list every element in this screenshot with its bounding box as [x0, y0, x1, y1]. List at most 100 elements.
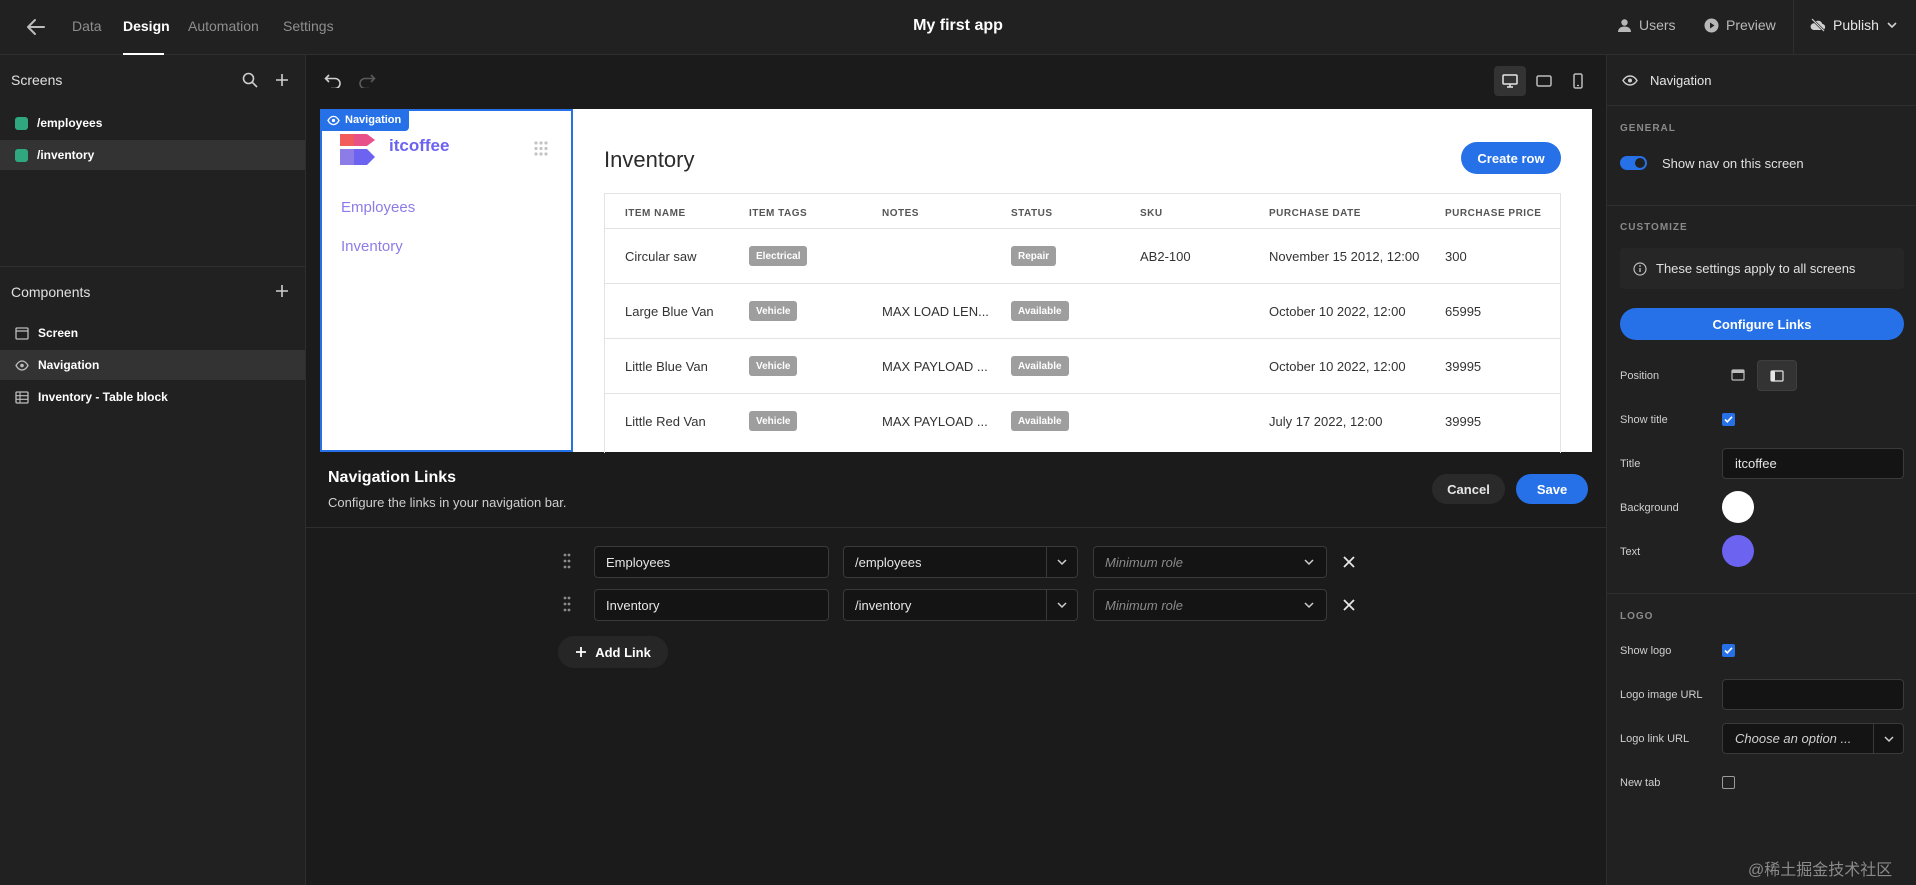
cell-purchase-date: October 10 2022, 12:00	[1269, 359, 1406, 374]
drag-handle-icon[interactable]	[562, 552, 572, 570]
chevron-down-icon[interactable]	[1873, 724, 1903, 753]
column-header[interactable]: STATUS	[1011, 208, 1053, 219]
brand-logo	[340, 131, 378, 166]
logo-image-url-input[interactable]	[1722, 679, 1904, 710]
panel-divider	[1607, 593, 1916, 594]
table-row[interactable]: Large Blue Van Vehicle MAX LOAD LEN... A…	[605, 283, 1560, 338]
tab-data[interactable]: Data	[72, 18, 102, 34]
column-header[interactable]: ITEM NAME	[625, 208, 686, 219]
cloud-off-icon	[1810, 18, 1826, 32]
component-item-screen[interactable]: Screen	[0, 318, 305, 348]
back-arrow-icon[interactable]	[26, 18, 46, 36]
minimum-role-select[interactable]: Minimum role	[1093, 546, 1327, 578]
component-item-navigation[interactable]: Navigation	[0, 350, 305, 380]
users-button[interactable]: Users	[1617, 17, 1676, 33]
status-badge: Available	[1011, 356, 1069, 376]
screen-color-icon	[15, 148, 28, 162]
position-left-icon[interactable]	[1757, 360, 1797, 391]
table-row[interactable]: Circular saw Electrical Repair AB2-100 N…	[605, 228, 1560, 283]
table-row[interactable]: Little Red Van Vehicle MAX PAYLOAD ... A…	[605, 393, 1560, 448]
mobile-view-icon[interactable]	[1562, 66, 1594, 96]
link-label-input[interactable]: Inventory	[594, 589, 829, 621]
tab-design[interactable]: Design	[123, 18, 170, 34]
logo-link-url-select[interactable]: Choose an option ...	[1722, 723, 1904, 754]
chevron-down-icon[interactable]	[1046, 547, 1077, 577]
components-title: Components	[11, 284, 91, 300]
show-logo-checkbox[interactable]	[1722, 644, 1735, 657]
nav-link-employees[interactable]: Employees	[341, 199, 415, 216]
title-input[interactable]: itcoffee	[1722, 448, 1904, 479]
screen-item-employees[interactable]: /employees	[0, 108, 305, 138]
add-component-icon[interactable]	[274, 283, 290, 299]
tab-settings[interactable]: Settings	[283, 18, 334, 34]
search-icon[interactable]	[242, 72, 258, 88]
publish-button[interactable]: Publish	[1810, 17, 1898, 33]
save-button[interactable]: Save	[1516, 474, 1588, 504]
column-header[interactable]: PURCHASE PRICE	[1445, 208, 1541, 219]
show-title-checkbox[interactable]	[1722, 413, 1735, 426]
play-icon	[1704, 18, 1719, 32]
panel-subtitle: Configure the links in your navigation b…	[328, 495, 567, 510]
navigation-badge-label: Navigation	[345, 114, 402, 126]
cell-purchase-date: October 10 2022, 12:00	[1269, 304, 1406, 319]
column-header[interactable]: NOTES	[882, 208, 919, 219]
info-text: These settings apply to all screens	[1656, 261, 1856, 276]
link-label-input[interactable]: Employees	[594, 546, 829, 578]
cell-notes: MAX PAYLOAD ...	[882, 414, 988, 429]
nav-link-inventory[interactable]: Inventory	[341, 238, 403, 255]
tab-automation[interactable]: Automation	[188, 18, 259, 34]
undo-icon[interactable]	[324, 72, 342, 88]
tablet-view-icon[interactable]	[1528, 66, 1560, 96]
status-badge: Available	[1011, 411, 1069, 431]
configure-links-button[interactable]: Configure Links	[1620, 308, 1904, 340]
minimum-role-select[interactable]: Minimum role	[1093, 589, 1327, 621]
panel-divider	[1607, 105, 1916, 106]
text-color-swatch[interactable]	[1722, 535, 1754, 567]
new-tab-checkbox[interactable]	[1722, 776, 1735, 789]
background-color-swatch[interactable]	[1722, 491, 1754, 523]
cell-purchase-price: 65995	[1445, 304, 1482, 319]
drag-handle-icon[interactable]	[533, 140, 549, 157]
link-url-select[interactable]: /inventory	[843, 589, 1078, 621]
show-nav-label: Show nav on this screen	[1662, 156, 1804, 171]
chevron-down-icon[interactable]	[1046, 590, 1077, 620]
column-header[interactable]: ITEM TAGS	[749, 208, 807, 219]
background-label: Background	[1620, 502, 1679, 514]
info-icon	[1633, 261, 1647, 276]
watermark: @稀土掘金技术社区	[1748, 862, 1893, 879]
cell-item-name: Little Red Van	[625, 414, 706, 429]
panel-title: Navigation Links	[328, 469, 457, 486]
left-sidebar	[0, 55, 306, 885]
column-header[interactable]: PURCHASE DATE	[1269, 208, 1361, 219]
cell-purchase-date: November 15 2012, 12:00	[1269, 249, 1420, 264]
drag-handle-icon[interactable]	[562, 595, 572, 613]
show-title-label: Show title	[1620, 414, 1668, 426]
show-nav-toggle[interactable]	[1620, 156, 1647, 170]
publish-label: Publish	[1833, 17, 1879, 33]
create-row-button[interactable]: Create row	[1461, 142, 1561, 174]
column-header[interactable]: SKU	[1140, 208, 1163, 219]
section-logo: LOGO	[1620, 611, 1654, 622]
preview-button[interactable]: Preview	[1704, 17, 1776, 33]
desktop-view-icon[interactable]	[1494, 66, 1526, 96]
brand-title: itcoffee	[389, 136, 450, 155]
navigation-links-header	[306, 453, 1606, 528]
status-badge: Repair	[1011, 246, 1057, 266]
cancel-button[interactable]: Cancel	[1432, 474, 1505, 504]
new-tab-label: New tab	[1620, 777, 1661, 789]
remove-link-icon[interactable]	[1342, 555, 1356, 569]
screen-item-inventory[interactable]: /inventory	[0, 140, 305, 170]
redo-icon[interactable]	[358, 72, 376, 88]
add-screen-icon[interactable]	[274, 72, 290, 88]
table-row[interactable]: Little Blue Van Vehicle MAX PAYLOAD ... …	[605, 338, 1560, 393]
remove-link-icon[interactable]	[1342, 598, 1356, 612]
position-top-icon[interactable]	[1722, 360, 1754, 390]
component-item-table-block[interactable]: Inventory - Table block	[0, 382, 305, 412]
add-link-button[interactable]: Add Link	[558, 636, 668, 668]
eye-icon	[15, 359, 29, 371]
text-label: Text	[1620, 546, 1641, 558]
plus-icon	[576, 647, 587, 657]
cell-sku: AB2-100	[1140, 249, 1191, 264]
link-url-select[interactable]: /employees	[843, 546, 1078, 578]
chevron-down-icon	[1887, 22, 1897, 29]
